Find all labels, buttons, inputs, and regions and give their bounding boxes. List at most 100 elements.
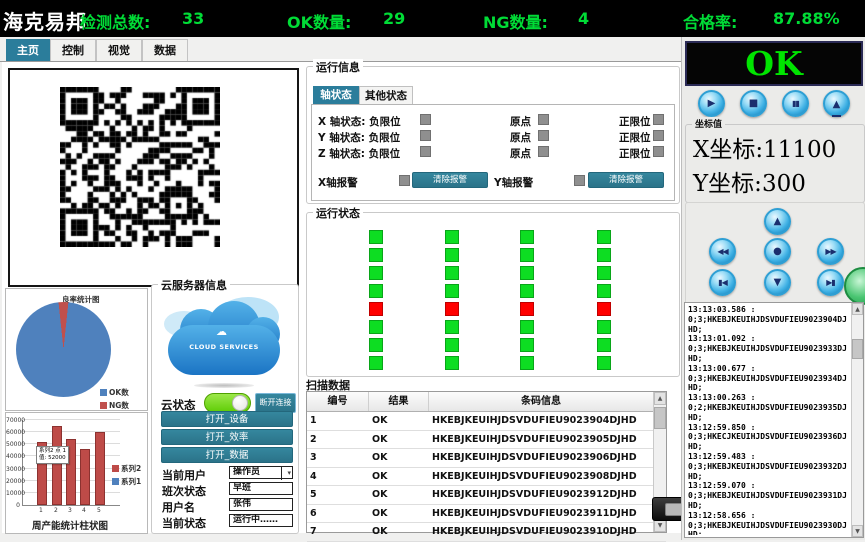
legend-swatch-series1 [112, 478, 119, 485]
cloud-art-text: CLOUD SERVICES [166, 343, 282, 351]
pass-rate-value: 87.88% [773, 9, 840, 28]
z-origin-label: 原点 [510, 146, 531, 161]
open-data-button[interactable]: 打开_数据 [161, 447, 293, 463]
ng-count-label: NG数量: [483, 9, 548, 33]
col-header-result[interactable]: 结果 [369, 392, 429, 411]
status-cell-ok [520, 356, 534, 370]
ok-count-label: OK数量: [287, 9, 351, 33]
table-cell: 1 [307, 412, 369, 430]
shift-status-label: 班次状态 [162, 483, 206, 499]
clear-x-alarm-button[interactable]: 清除报警 [412, 172, 488, 188]
tab-data[interactable]: 数据 [142, 39, 188, 61]
log-scroll-thumb[interactable] [852, 339, 863, 359]
status-cell-ok [369, 266, 383, 280]
log-output[interactable]: 13:13:03.586 :0;3;HKEBJKEUIHJDSVDUFIEU90… [684, 302, 864, 538]
table-row[interactable]: 5OKHKEBJKEUIHJDSVDUFIEU9023912DJHD [307, 486, 666, 505]
cloud-icon: ☁ [216, 325, 227, 338]
status-cell-ok [445, 338, 459, 352]
table-row[interactable]: 3OKHKEBJKEUIHJDSVDUFIEU9023906DJHD [307, 449, 666, 468]
tab-control[interactable]: 控制 [50, 39, 96, 61]
status-cell-ok [445, 266, 459, 280]
tab-other-status[interactable]: 其他状态 [359, 86, 413, 104]
shift-status-field[interactable]: 早班 [229, 482, 293, 495]
log-text: 13:13:03.586 :0;3;HKEBJKEUIHJDSVDUFIEU90… [688, 305, 851, 535]
bar-chart-title: 周产能统计柱状图 [32, 518, 108, 532]
status-cell-ok [520, 284, 534, 298]
tab-home[interactable]: 主页 [6, 39, 50, 61]
status-cell-ng [597, 302, 611, 316]
y-tick-label: 60000 [6, 429, 20, 436]
record-button[interactable]: ● [764, 238, 791, 265]
ok-count-value: 29 [383, 9, 405, 28]
y-tick-label: 70000 [6, 417, 20, 424]
log-entry: 0;3;HKEBJKEUIHJDSVDUFIEU9023930DJHD; [688, 521, 851, 535]
col-header-id[interactable]: 编号 [307, 392, 369, 411]
log-entry: 0;2;HKEBJKEUIHJDSVDUFIEU9023935DJHD; [688, 403, 851, 423]
pause-button[interactable]: ▮▮ [782, 90, 809, 117]
log-time: 13:12:59.850 : [688, 423, 851, 433]
table-cell: OK [369, 523, 429, 541]
cloud-status-toggle[interactable] [204, 393, 251, 413]
z-pos-limit-indicator [653, 146, 664, 157]
y-tick-label: 10000 [6, 490, 20, 497]
jog-down-button[interactable]: ▼ [764, 269, 791, 296]
open-device-button[interactable]: 打开_设备 [161, 411, 293, 427]
current-user-combo[interactable]: 操作员 ▾ [229, 466, 293, 479]
combo-arrow-icon[interactable]: ▾ [287, 468, 291, 479]
col-header-barcode[interactable]: 条码信息 [429, 392, 653, 411]
fast-forward-button[interactable]: ▶▶ [817, 238, 844, 265]
table-cell: HKEBJKEUIHJDSVDUFIEU9023908DJHD [429, 468, 653, 486]
table-row[interactable]: 4OKHKEBJKEUIHJDSVDUFIEU9023908DJHD [307, 468, 666, 487]
current-state-field[interactable]: 运行中…… [229, 514, 293, 527]
z-neg-limit-indicator [420, 146, 431, 157]
table-row[interactable]: 2OKHKEBJKEUIHJDSVDUFIEU9023905DJHD [307, 431, 666, 450]
open-efficiency-button[interactable]: 打开_效率 [161, 429, 293, 445]
clear-y-alarm-button[interactable]: 清除报警 [588, 172, 664, 188]
bar-series2 [80, 449, 90, 505]
log-scroll-down-icon[interactable]: ▼ [852, 525, 863, 537]
skip-start-button[interactable]: ▮◀ [709, 269, 736, 296]
result-text: OK [745, 44, 802, 83]
skip-start-icon: ▮◀ [711, 271, 734, 294]
table-cell: 2 [307, 431, 369, 449]
scroll-up-icon[interactable]: ▲ [654, 392, 666, 405]
log-time: 13:13:00.263 : [688, 393, 851, 403]
pause-icon: ▮▮ [784, 92, 807, 115]
table-row[interactable]: 7OKHKEBJKEUIHJDSVDUFIEU9023910DJHD [307, 523, 666, 542]
eject-button[interactable]: ▲ [823, 90, 850, 117]
tab-vision[interactable]: 视觉 [96, 39, 142, 61]
status-cell-ng [520, 302, 534, 316]
play-button[interactable]: ▶ [698, 90, 725, 117]
result-display: OK [685, 41, 863, 86]
jog-up-button[interactable]: ▲ [764, 208, 791, 235]
x-tick-label: 2 [54, 507, 58, 514]
y-pos-limit-indicator [653, 130, 664, 141]
run-status-group: 运行状态 [306, 212, 680, 377]
bar-series2 [95, 432, 105, 505]
y-alarm-label: Y轴报警 [494, 175, 533, 190]
tab-axis-status[interactable]: 轴状态 [313, 86, 359, 104]
username-field[interactable]: 张伟 [229, 498, 293, 511]
down-icon: ▼ [766, 271, 789, 294]
table-scroll-thumb[interactable] [654, 407, 666, 429]
disconnect-button[interactable]: 断开连接 [255, 393, 296, 413]
eject-icon: ▲ [832, 95, 842, 117]
cloud-art: ☁ CLOUD SERVICES [162, 297, 288, 389]
table-cell: 6 [307, 505, 369, 523]
table-row[interactable]: 1OKHKEBJKEUIHJDSVDUFIEU9023904DJHD [307, 412, 666, 431]
ng-count-value: 4 [578, 9, 589, 28]
coordinate-title: 坐标值 [692, 117, 725, 130]
x-axis-state-text: X 轴状态: 负限位 [318, 114, 401, 129]
rewind-button[interactable]: ◀◀ [709, 238, 736, 265]
status-cell-ok [445, 248, 459, 262]
total-count-value: 33 [182, 9, 204, 28]
skip-end-button[interactable]: ▶▮ [817, 269, 844, 296]
stop-button[interactable]: ■ [740, 90, 767, 117]
log-scrollbar[interactable]: ▲ ▼ [851, 303, 863, 537]
total-count-label: 检测总数: [80, 9, 150, 33]
log-scroll-up-icon[interactable]: ▲ [852, 303, 863, 315]
table-row[interactable]: 6OKHKEBJKEUIHJDSVDUFIEU9023911DJHD [307, 505, 666, 524]
jog-control-group: ▲ ◀◀ ● ▶▶ ▮◀ ▼ ▶▮ [685, 202, 865, 305]
x-tick-label: 1 [39, 507, 43, 514]
x-alarm-label: X轴报警 [318, 175, 358, 190]
